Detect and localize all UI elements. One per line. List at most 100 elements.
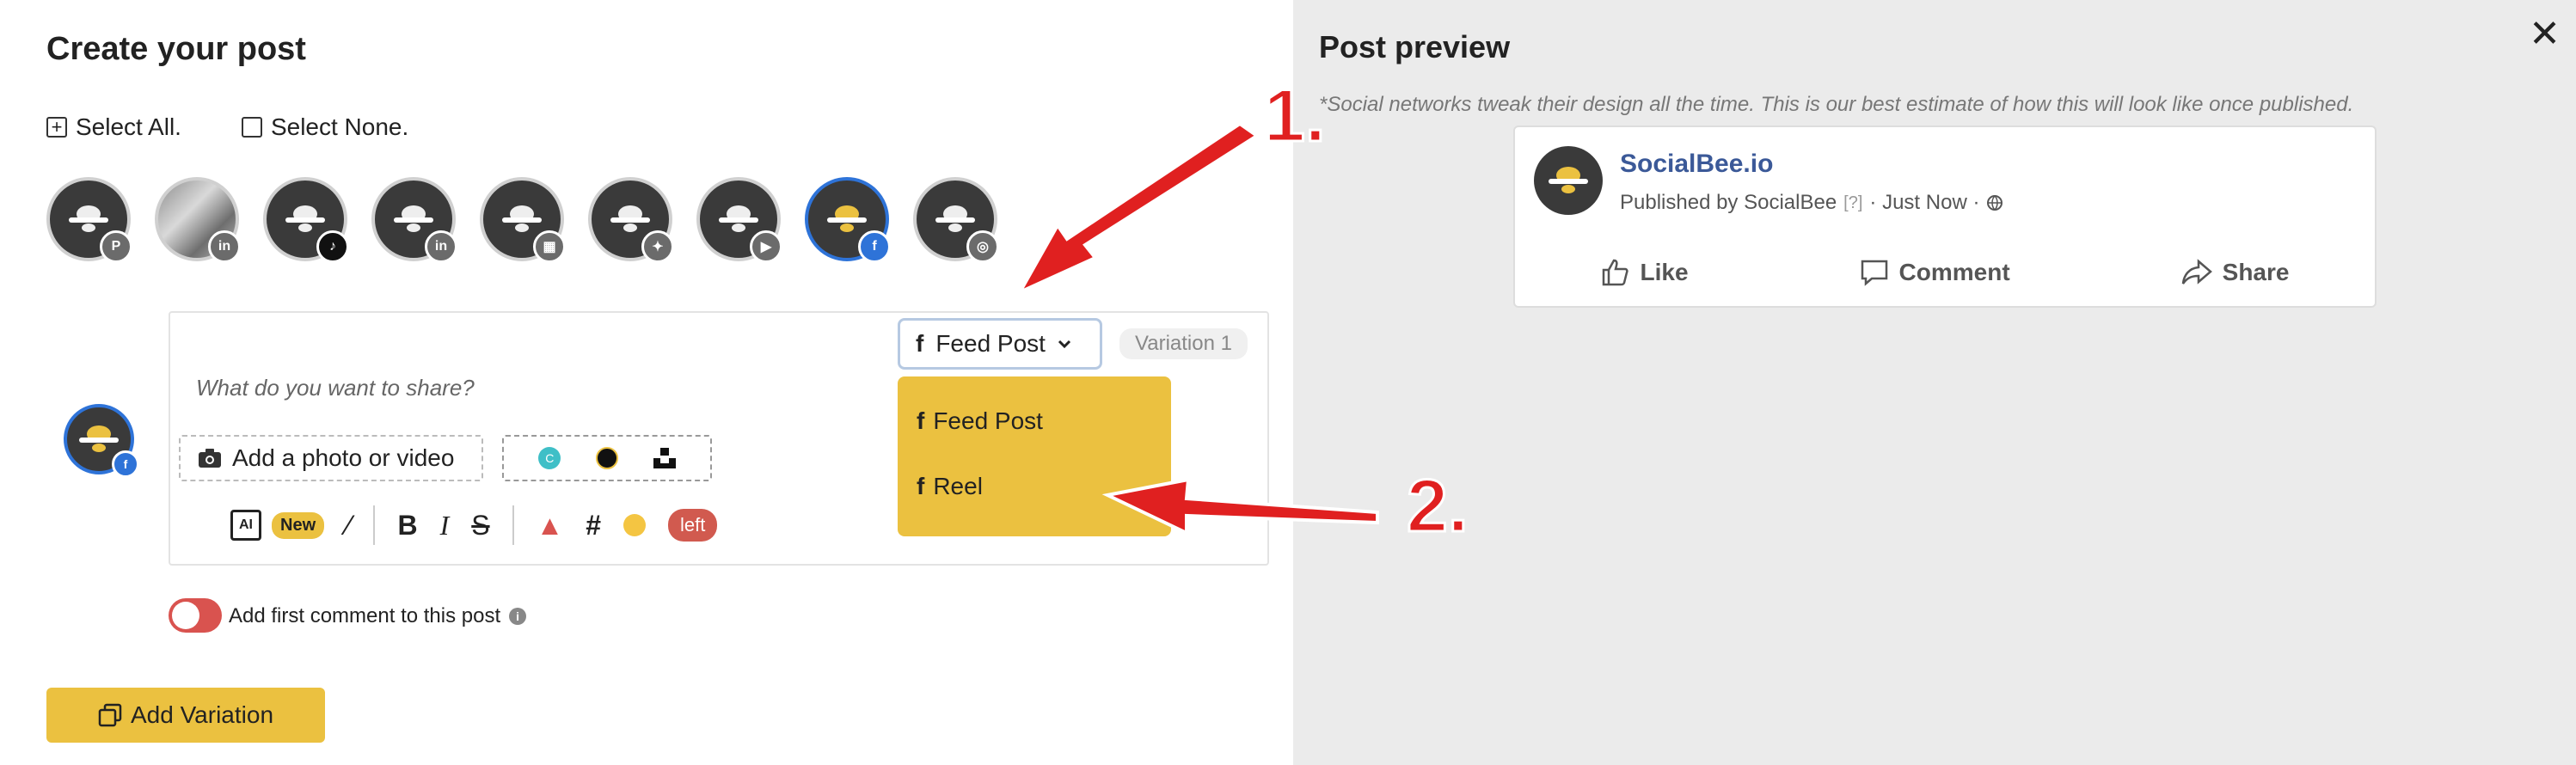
- profile-avatar-google-business[interactable]: ▦: [480, 177, 566, 263]
- new-badge: New: [272, 511, 325, 539]
- bee-logo-icon: [79, 425, 119, 452]
- profile-avatar-twitter[interactable]: ✦: [588, 177, 674, 263]
- preview-panel: Post preview *Social networks tweak thei…: [1293, 0, 2576, 765]
- annotation-number-one: 1.: [1263, 74, 1328, 159]
- italic-button[interactable]: I: [440, 510, 450, 542]
- page-avatar: [1534, 146, 1603, 215]
- plus-square-icon: +: [46, 117, 67, 138]
- first-comment-toggle[interactable]: [169, 598, 222, 633]
- variation-badge: Variation 1: [1119, 328, 1248, 359]
- facebook-badge-icon: f: [858, 230, 891, 263]
- copy-icon: [98, 703, 122, 727]
- comment-button[interactable]: Comment: [1860, 258, 2010, 287]
- page-name[interactable]: SocialBee.io: [1620, 150, 1773, 179]
- bee-logo-icon: [610, 205, 650, 232]
- like-label: Like: [1640, 259, 1689, 285]
- first-comment-label: Add first comment to this post: [229, 604, 501, 627]
- facebook-icon: f: [917, 473, 925, 499]
- bee-logo-icon: [1549, 167, 1588, 193]
- select-all-button[interactable]: + Select All.: [46, 113, 181, 141]
- divider: [373, 505, 376, 545]
- empty-square-icon: [241, 117, 262, 138]
- twitter-badge-icon: ✦: [641, 230, 674, 263]
- camera-icon: [199, 449, 221, 468]
- google-business-badge-icon: ▦: [533, 230, 566, 263]
- add-photo-button[interactable]: Add a photo or video: [179, 435, 483, 481]
- share-icon: [2181, 259, 2212, 285]
- canva-icon[interactable]: C: [538, 447, 561, 469]
- thumbs-up-icon: [1602, 259, 1628, 286]
- facebook-icon: f: [917, 407, 925, 434]
- help-marker: [?]: [1843, 193, 1863, 212]
- bee-logo-icon: [719, 205, 758, 232]
- share-label: Share: [2222, 259, 2290, 285]
- post-type-dropdown: f Feed Post f Reel: [898, 376, 1171, 536]
- profile-avatar-youtube[interactable]: ▶: [696, 177, 782, 263]
- profile-avatar-instagram[interactable]: ◎: [913, 177, 999, 263]
- info-icon[interactable]: i: [509, 608, 527, 625]
- annotation-number-two: 2.: [1406, 464, 1470, 549]
- warning-icon[interactable]: ▲: [537, 510, 564, 542]
- facebook-preview-card: SocialBee.io Published by SocialBee [?] …: [1513, 125, 2377, 308]
- facebook-badge-icon: f: [112, 450, 139, 478]
- select-none-button[interactable]: Select None.: [241, 113, 409, 141]
- bee-logo-icon: [502, 205, 542, 232]
- add-variation-label: Add Variation: [130, 701, 274, 728]
- published-by: Published by SocialBee: [1620, 191, 1837, 214]
- bee-logo-icon: [394, 205, 433, 232]
- post-time: · Just Now ·: [1869, 191, 1980, 214]
- profile-avatar-tiktok[interactable]: ♪: [263, 177, 349, 263]
- post-type-select[interactable]: f Feed Post: [898, 318, 1102, 370]
- linkedin-badge-icon: in: [208, 230, 241, 263]
- like-button[interactable]: Like: [1601, 258, 1689, 287]
- media-integrations: C: [502, 435, 712, 481]
- unsplash-icon[interactable]: [653, 448, 676, 468]
- ai-chip-icon[interactable]: AI: [230, 510, 261, 541]
- instagram-badge-icon: ◎: [966, 230, 999, 263]
- emoji-button[interactable]: [623, 514, 647, 536]
- hashtag-button[interactable]: #: [586, 510, 601, 542]
- magic-wand-icon[interactable]: ⁄: [347, 510, 351, 542]
- profile-avatar-pinterest[interactable]: P: [46, 177, 132, 263]
- first-comment-row: Add first comment to this post i: [229, 604, 527, 628]
- post-meta: Published by SocialBee [?] · Just Now ·: [1620, 191, 2003, 215]
- select-all-label: Select All.: [76, 113, 181, 140]
- bee-logo-icon: [69, 205, 108, 232]
- tiktok-badge-icon: ♪: [316, 230, 349, 263]
- add-variation-button[interactable]: Add Variation: [46, 688, 325, 743]
- page-title: Create your post: [46, 31, 306, 67]
- post-text-input[interactable]: What do you want to share?: [196, 375, 475, 401]
- bold-button[interactable]: B: [397, 510, 417, 542]
- selected-profile-avatar: f: [64, 404, 139, 478]
- profile-avatar-linkedin[interactable]: in: [155, 177, 241, 263]
- close-icon[interactable]: ✕: [2529, 12, 2561, 56]
- profile-avatar-linkedin[interactable]: in: [371, 177, 457, 263]
- linkedin-badge-icon: in: [425, 230, 457, 263]
- share-button[interactable]: Share: [2181, 258, 2290, 287]
- globe-icon: [1987, 195, 2003, 211]
- comment-icon: [1861, 260, 1887, 286]
- pinterest-badge-icon: P: [100, 230, 132, 263]
- profile-avatar-facebook[interactable]: f: [805, 177, 891, 263]
- dropdown-item-feed-post[interactable]: f Feed Post: [917, 407, 1043, 435]
- giphy-icon[interactable]: [595, 447, 618, 469]
- bee-logo-icon: [935, 205, 975, 232]
- character-count-badge: left: [668, 509, 718, 542]
- dropdown-item-reel[interactable]: f Reel: [917, 473, 983, 500]
- dropdown-item-label: Feed Post: [933, 407, 1043, 434]
- post-type-value: Feed Post: [935, 330, 1046, 357]
- strikethrough-button[interactable]: S: [471, 510, 489, 542]
- preview-note: *Social networks tweak their design all …: [1319, 93, 2354, 116]
- editor-toolbar: AI New ⁄ B I S ▲ # left: [230, 505, 718, 545]
- add-photo-label: Add a photo or video: [232, 444, 455, 471]
- chevron-down-icon: [1058, 340, 1071, 349]
- facebook-icon: f: [916, 330, 924, 357]
- select-none-label: Select None.: [270, 113, 409, 140]
- dropdown-item-label: Reel: [933, 473, 983, 499]
- profile-list: Pin ♪ in ▦ ✦ ▶ f ◎: [46, 177, 999, 263]
- divider: [512, 505, 514, 545]
- selection-row: + Select All. Select None.: [46, 113, 408, 141]
- bee-logo-icon: [285, 205, 325, 232]
- compose-panel: Create your post + Select All. Select No…: [0, 0, 1293, 765]
- comment-label: Comment: [1898, 259, 2010, 285]
